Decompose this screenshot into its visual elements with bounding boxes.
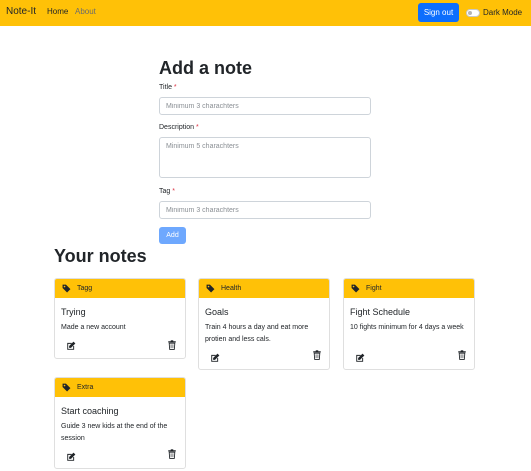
nav-home-link[interactable]: Home (47, 7, 68, 16)
trash-icon[interactable] (312, 350, 322, 360)
note-title: Goals (205, 307, 229, 317)
note-card: Fight Fight Schedule 10 fights minimum f… (343, 278, 475, 370)
sign-out-button[interactable]: Sign out (418, 3, 459, 22)
trash-icon[interactable] (167, 340, 177, 350)
trash-icon[interactable] (167, 449, 177, 459)
edit-icon[interactable] (66, 452, 76, 462)
note-description: 10 fights minimum for 4 days a week (350, 324, 464, 331)
add-note-button[interactable]: Add (159, 227, 186, 244)
required-mark: * (172, 188, 175, 195)
note-description: Train 4 hours a day and eat more protien… (205, 324, 309, 343)
tag-icon (62, 383, 71, 392)
required-mark: * (195, 124, 199, 131)
note-description: Made a new account (61, 324, 126, 331)
tag-label: Tag * (159, 188, 175, 195)
edit-icon[interactable] (210, 353, 220, 363)
tag-input[interactable] (159, 201, 371, 219)
toggle-knob (468, 11, 472, 15)
required-mark: * (173, 84, 177, 91)
description-input[interactable] (159, 137, 371, 178)
note-card-header: Tagg (55, 279, 185, 298)
note-title: Trying (61, 307, 86, 317)
note-card: Extra Start coaching Guide 3 new kids at… (54, 377, 186, 469)
tag-icon (206, 284, 215, 293)
nav-about-link[interactable]: About (75, 7, 96, 16)
edit-icon[interactable] (355, 353, 365, 363)
note-card: Tagg Trying Made a new account (54, 278, 186, 359)
note-tag: Fight (366, 285, 382, 292)
note-tag: Tagg (77, 285, 93, 292)
tag-icon (62, 284, 71, 293)
title-input[interactable] (159, 97, 371, 115)
add-note-heading: Add a note (159, 58, 252, 78)
dark-mode-label: Dark Mode (483, 8, 523, 17)
note-card-header: Health (199, 279, 329, 298)
description-label: Description * (159, 124, 199, 131)
note-description: Guide 3 new kids at the end of the sessi… (61, 423, 168, 442)
tag-icon (351, 284, 360, 293)
note-title: Fight Schedule (350, 307, 411, 317)
brand[interactable]: Note-It (6, 6, 36, 17)
note-title: Start coaching (61, 406, 119, 416)
note-card: Health Goals Train 4 hours a day and eat… (198, 278, 330, 370)
note-card-header: Extra (55, 378, 185, 397)
trash-icon[interactable] (457, 350, 467, 360)
your-notes-heading: Your notes (54, 246, 147, 266)
title-label: Title * (159, 84, 177, 91)
note-tag: Health (221, 285, 242, 292)
tag-label-text: Tag (159, 188, 171, 195)
edit-icon[interactable] (66, 341, 76, 351)
dark-mode-toggle[interactable] (466, 9, 480, 17)
title-label-text: Title (159, 84, 172, 91)
description-label-text: Description (159, 124, 195, 131)
note-card-header: Fight (344, 279, 474, 298)
navbar: Note-It Home About Sign out Dark Mode (0, 0, 531, 26)
note-tag: Extra (77, 384, 94, 391)
